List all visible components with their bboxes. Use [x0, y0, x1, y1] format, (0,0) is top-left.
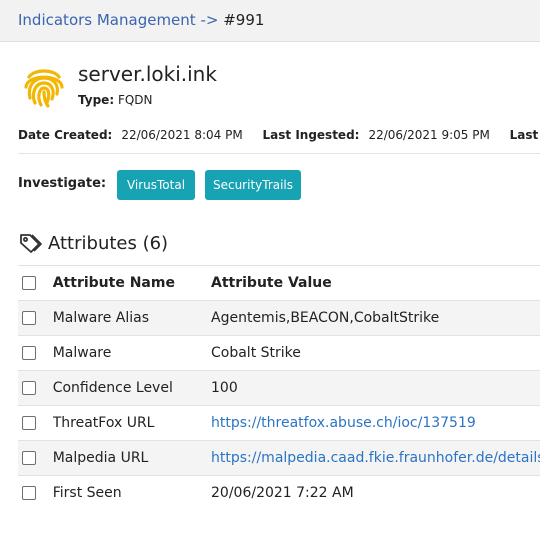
table-row: Malware Cobalt Strike — [18, 335, 540, 371]
type-label: Type: — [78, 93, 115, 107]
column-header-value[interactable]: Attribute Value — [211, 265, 540, 301]
table-row: Confidence Level 100 — [18, 370, 540, 406]
indicator-type: Type: FQDN — [78, 93, 153, 107]
table-row: ThreatFox URL https://threatfox.abuse.ch… — [18, 405, 540, 441]
virustotal-button[interactable]: VirusTotal — [117, 170, 195, 200]
indicator-title: server.loki.ink — [78, 62, 217, 86]
table-row: First Seen 20/06/2021 7:22 AM — [18, 475, 540, 510]
row-checkbox[interactable] — [22, 416, 36, 430]
attribute-name: Malware Alias — [52, 300, 211, 336]
attributes-table: Attribute Name Attribute Value Malware A… — [18, 265, 540, 510]
row-checkbox-cell — [18, 370, 53, 406]
row-checkbox-cell — [18, 440, 53, 476]
attribute-value: Agentemis,BEACON,CobaltStrike — [211, 310, 440, 326]
row-checkbox[interactable] — [22, 381, 36, 395]
breadcrumb-current: #991 — [223, 11, 265, 29]
row-checkbox[interactable] — [22, 346, 36, 360]
dates-row: Date Created: 22/06/2021 8:04 PM Last Ing… — [18, 128, 540, 142]
malpedia-url-link[interactable]: https://malpedia.caad.fkie.fraunhofer.de… — [211, 450, 540, 466]
last-ingested-value: 22/06/2021 9:05 PM — [368, 128, 490, 142]
attribute-name: First Seen — [52, 475, 211, 510]
date-created-value: 22/06/2021 8:04 PM — [121, 128, 243, 142]
last-ingested-label: Last Ingested: — [262, 128, 360, 142]
attribute-value-cell: Cobalt Strike — [211, 335, 540, 371]
row-checkbox[interactable] — [22, 311, 36, 325]
attribute-name: Malpedia URL — [52, 440, 211, 476]
row-checkbox-cell — [18, 300, 53, 336]
threatfox-url-link[interactable]: https://threatfox.abuse.ch/ioc/137519 — [211, 415, 476, 431]
attribute-value: 20/06/2021 7:22 AM — [211, 485, 354, 501]
row-checkbox-cell — [18, 335, 53, 371]
attribute-value-cell: Agentemis,BEACON,CobaltStrike — [211, 300, 540, 336]
row-checkbox[interactable] — [22, 486, 36, 500]
type-value: FQDN — [117, 93, 153, 107]
attribute-name: Malware — [52, 335, 211, 371]
table-row: Malware Alias Agentemis,BEACON,CobaltStr… — [18, 300, 540, 336]
attribute-value-cell: https://malpedia.caad.fkie.fraunhofer.de… — [211, 440, 540, 476]
attributes-title: Attributes (6) — [48, 233, 169, 254]
column-header-name[interactable]: Attribute Name — [52, 265, 211, 301]
date-created-label: Date Created: — [18, 128, 113, 142]
row-checkbox[interactable] — [22, 451, 36, 465]
table-header-row: Attribute Name Attribute Value — [18, 265, 540, 301]
divider — [18, 153, 540, 154]
select-all-checkbox[interactable] — [22, 276, 36, 290]
investigate-label: Investigate: — [18, 176, 107, 191]
top-bar: Indicators Management -> #991 — [0, 0, 540, 42]
select-all-cell — [18, 265, 53, 301]
fingerprint-icon — [24, 69, 64, 108]
attribute-name: ThreatFox URL — [52, 405, 211, 441]
securitytrails-button[interactable]: SecurityTrails — [205, 170, 301, 200]
attribute-value-cell: https://threatfox.abuse.ch/ioc/137519 — [211, 405, 540, 441]
last-modified-label: Last M — [509, 128, 540, 142]
attribute-value-cell: 20/06/2021 7:22 AM — [211, 475, 540, 510]
table-row: Malpedia URL https://malpedia.caad.fkie.… — [18, 440, 540, 476]
attribute-value-cell: 100 — [211, 370, 540, 406]
breadcrumb: Indicators Management -> #991 — [18, 11, 264, 29]
row-checkbox-cell — [18, 405, 53, 441]
attribute-name: Confidence Level — [52, 370, 211, 406]
attribute-value: Cobalt Strike — [211, 345, 301, 361]
breadcrumb-parent-link[interactable]: Indicators Management — [18, 11, 196, 29]
tag-icon — [20, 234, 42, 253]
row-checkbox-cell — [18, 475, 53, 510]
attribute-value: 100 — [211, 380, 238, 396]
breadcrumb-separator: -> — [200, 11, 219, 29]
